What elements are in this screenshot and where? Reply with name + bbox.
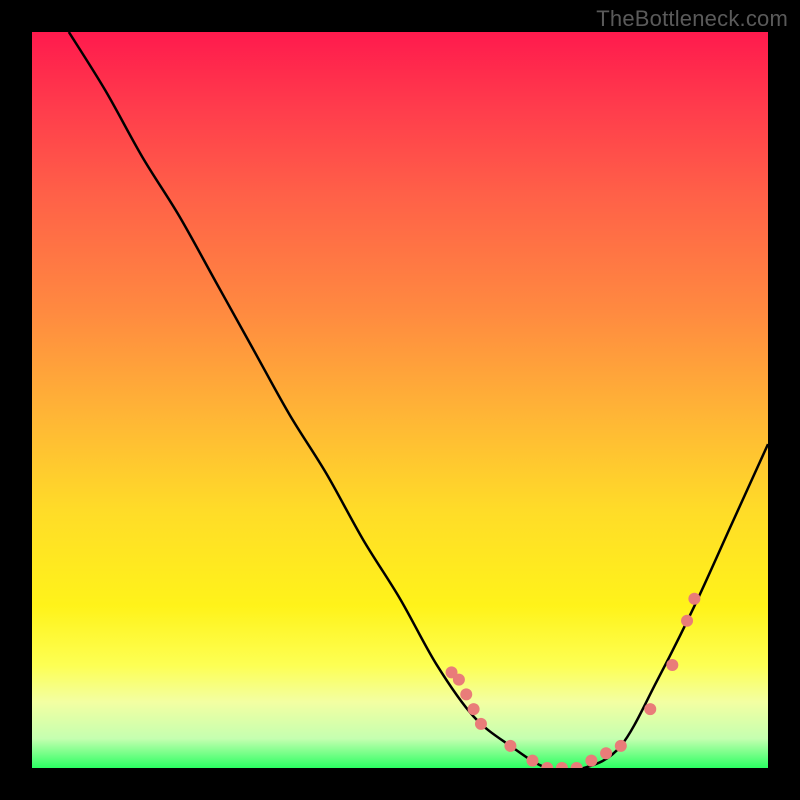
outer-frame: TheBottleneck.com [0,0,800,800]
plot-area [32,32,768,768]
data-marker [585,755,597,767]
data-marker [644,703,656,715]
data-marker [541,762,553,768]
curve-layer [32,32,768,768]
data-marker [504,740,516,752]
data-marker [666,659,678,671]
data-marker [460,688,472,700]
data-marker [556,762,568,768]
watermark-text: TheBottleneck.com [596,6,788,32]
data-marker [615,740,627,752]
data-marker [600,747,612,759]
bottleneck-curve [69,32,768,768]
data-marker [688,593,700,605]
data-marker [475,718,487,730]
marker-group [446,593,701,768]
data-marker [453,674,465,686]
data-marker [681,615,693,627]
data-marker [526,755,538,767]
data-marker [468,703,480,715]
data-marker [571,762,583,768]
